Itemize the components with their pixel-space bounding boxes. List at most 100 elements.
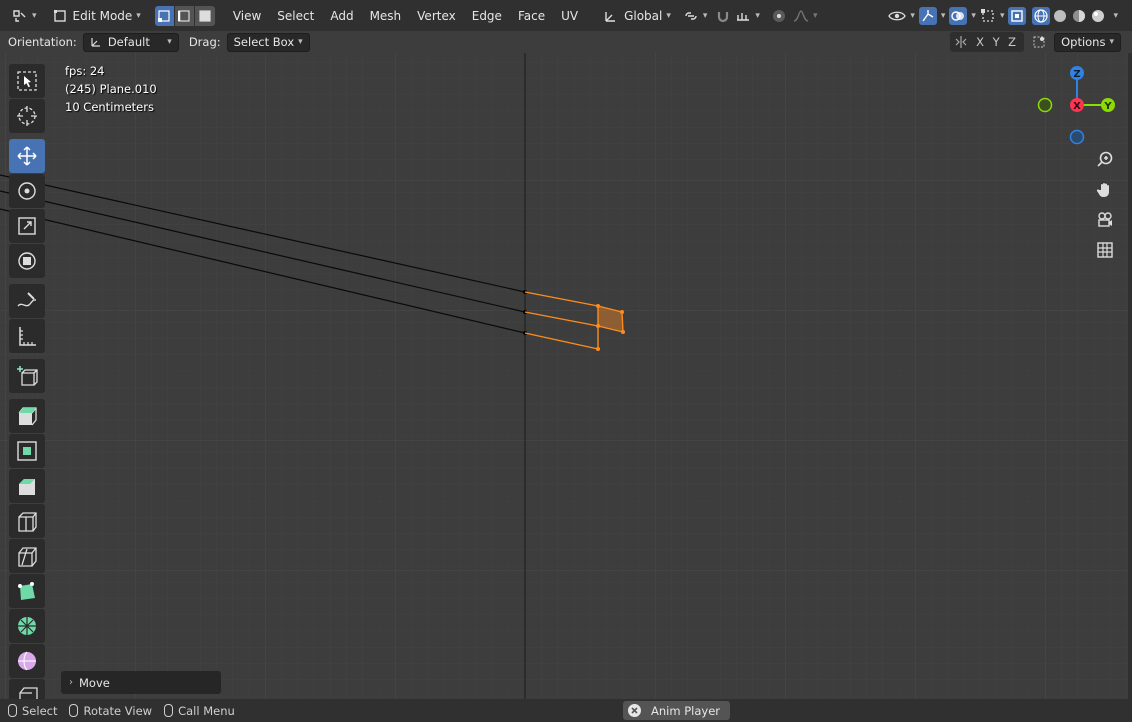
select-box-tool[interactable]: [9, 64, 45, 98]
falloff-curve-icon: [793, 9, 809, 22]
vertex-select-icon: [158, 9, 170, 22]
inset-tool[interactable]: [9, 434, 45, 468]
transform-tool[interactable]: [9, 244, 45, 278]
options-label: Options: [1061, 35, 1106, 49]
material-shading-button[interactable]: [1070, 7, 1088, 25]
mode-label: Edit Mode: [72, 8, 133, 23]
object-info: (245) Plane.010: [65, 82, 157, 96]
3d-viewport[interactable]: [0, 53, 1128, 699]
perspective-toggle-button[interactable]: [1092, 237, 1118, 263]
auto-merge-toggle[interactable]: [1030, 33, 1048, 51]
mirror-y-toggle[interactable]: Y: [988, 35, 1004, 49]
options-dropdown[interactable]: Options ▾: [1054, 32, 1121, 52]
svg-text:X: X: [1073, 101, 1081, 112]
menu-select[interactable]: Select: [269, 5, 322, 27]
editor-type-button[interactable]: ▾: [6, 5, 43, 27]
pivot-point-dropdown[interactable]: ▾: [677, 5, 714, 27]
transform-icon: [18, 252, 36, 270]
smooth-sphere-icon: [18, 651, 36, 671]
menu-face[interactable]: Face: [510, 5, 553, 27]
menu-uv[interactable]: UV: [553, 5, 586, 27]
proportional-editing-toggle[interactable]: [768, 5, 790, 27]
move-tool[interactable]: [9, 139, 45, 173]
menu-add[interactable]: Add: [322, 5, 361, 27]
camera-icon: [1098, 212, 1112, 227]
mirror-axis-group: X Y Z: [950, 32, 1025, 52]
extrude-tool[interactable]: [9, 399, 45, 433]
annotate-tool[interactable]: [9, 284, 45, 318]
ruler-icon: [19, 327, 36, 346]
chevron-down-icon: ▾: [666, 10, 671, 21]
menu-view[interactable]: View: [225, 5, 269, 27]
scale-icon: [18, 217, 36, 235]
snap-target-dropdown[interactable]: ▾: [733, 5, 762, 27]
bevel-tool[interactable]: [9, 469, 45, 503]
chevron-down-icon: ▾: [812, 10, 818, 21]
loop-cut-tool[interactable]: [9, 504, 45, 538]
rendered-sphere-icon: [1092, 9, 1105, 22]
orientation-value: Default: [107, 35, 150, 49]
face-select-icon: [199, 9, 211, 22]
selected-vertex: [596, 304, 600, 308]
overlays-toggle[interactable]: ▾: [947, 5, 978, 27]
transform-orientation-dropdown[interactable]: Global ▾: [598, 5, 677, 27]
poly-build-tool[interactable]: [9, 574, 45, 608]
orientation-axes-icon: [91, 38, 100, 47]
spin-tool[interactable]: [9, 609, 45, 643]
smooth-tool[interactable]: [9, 644, 45, 678]
status-select-text: Select: [22, 703, 58, 718]
cursor-tool[interactable]: [9, 99, 45, 133]
xray-toggle[interactable]: [1006, 5, 1028, 27]
mirror-z-toggle[interactable]: Z: [1004, 35, 1020, 49]
falloff-dropdown[interactable]: ▾: [790, 5, 821, 27]
mirror-x-toggle[interactable]: X: [972, 35, 988, 49]
material-sphere-icon: [1073, 9, 1086, 22]
editor-type-icon: [13, 9, 26, 22]
mouse-middle-icon: [69, 704, 79, 717]
snap-toggle[interactable]: [713, 5, 733, 27]
edge-select-button[interactable]: [174, 5, 195, 26]
menu-vertex[interactable]: Vertex: [409, 5, 464, 27]
last-operator-panel[interactable]: › Move: [61, 671, 221, 694]
gizmo-toggle[interactable]: ▾: [917, 5, 948, 27]
chevron-down-icon: ▾: [1109, 37, 1114, 47]
chevron-down-icon: ▾: [910, 10, 915, 21]
overlays-icon: [949, 6, 968, 25]
spin-icon: [18, 617, 36, 635]
orientation-field-label: Orientation:: [8, 35, 77, 49]
rendered-shading-button[interactable]: [1089, 7, 1107, 25]
tool-settings-bar: Orientation: Default ▾ Drag: Select Box …: [0, 31, 1132, 53]
rotate-tool[interactable]: [9, 174, 45, 208]
vertex-select-button[interactable]: [154, 5, 175, 26]
orientation-dropdown[interactable]: Default ▾: [82, 32, 179, 52]
shading-group: ▾: [1032, 6, 1118, 25]
chevron-down-icon: ▾: [755, 10, 760, 21]
select-mode-group: [154, 5, 215, 26]
chevron-down-icon: ▾: [971, 10, 976, 21]
menu-edge[interactable]: Edge: [464, 5, 510, 27]
visibility-dropdown[interactable]: ▾: [886, 5, 917, 27]
anim-player-button[interactable]: Anim Player: [623, 701, 730, 720]
drag-dropdown[interactable]: Select Box ▾: [226, 32, 310, 52]
wireframe-shading-button[interactable]: [1032, 6, 1051, 25]
orientation-axes-icon: [605, 11, 616, 22]
solid-shading-button[interactable]: [1051, 7, 1069, 25]
add-cube-tool[interactable]: [9, 359, 45, 393]
status-bar: Select Rotate View Call Menu Anim Player: [0, 699, 1132, 722]
select-box-icon: [17, 71, 37, 91]
measure-tool[interactable]: [9, 319, 45, 353]
chevron-down-icon[interactable]: ▾: [1113, 11, 1118, 21]
scale-tool[interactable]: [9, 209, 45, 243]
menu-mesh[interactable]: Mesh: [362, 5, 410, 27]
mode-dropdown[interactable]: Edit Mode ▾: [47, 5, 147, 27]
svg-text:Z: Z: [1073, 69, 1080, 80]
knife-tool[interactable]: [9, 539, 45, 573]
face-select-button[interactable]: [194, 5, 215, 26]
xray-icon: [1008, 6, 1027, 25]
navigation-gizmo[interactable]: Z Y X: [1030, 60, 1124, 152]
mesh-edit-overlays-dropdown[interactable]: ▾: [978, 5, 1007, 27]
pan-button[interactable]: [1092, 177, 1118, 203]
zoom-button[interactable]: [1092, 147, 1118, 173]
mouse-left-icon: [8, 704, 17, 717]
camera-view-button[interactable]: [1092, 207, 1118, 233]
